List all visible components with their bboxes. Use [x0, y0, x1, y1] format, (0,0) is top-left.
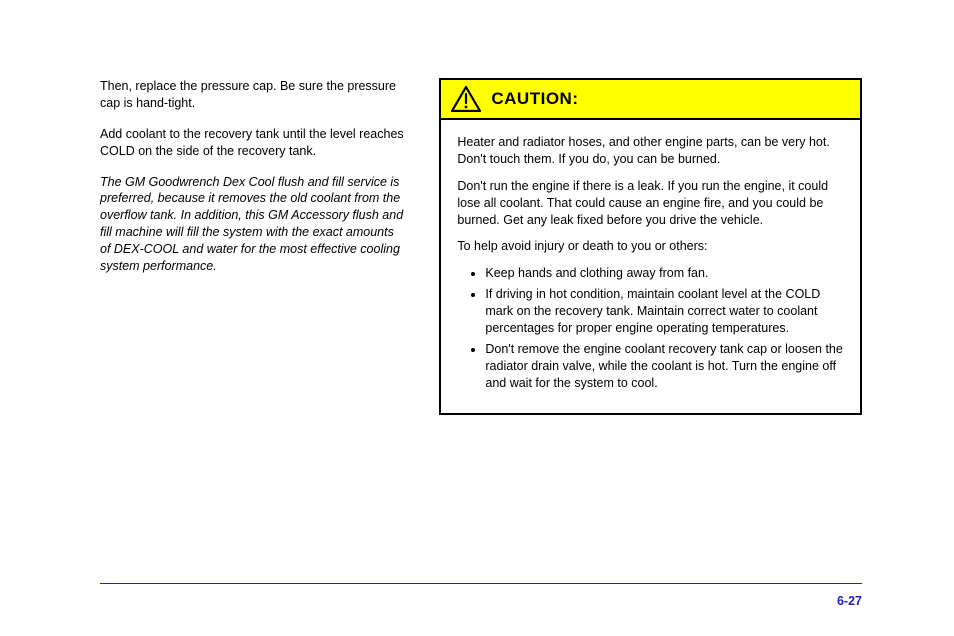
page-number: 6-27: [837, 594, 862, 608]
caution-bullet-item: Don't remove the engine coolant recovery…: [485, 341, 844, 392]
caution-bullet-item: Keep hands and clothing away from fan.: [485, 265, 844, 282]
caution-paragraph-1: Heater and radiator hoses, and other eng…: [457, 134, 844, 168]
caution-header: CAUTION:: [441, 80, 860, 120]
warning-triangle-icon: [451, 86, 481, 112]
caution-paragraph-3: To help avoid injury or death to you or …: [457, 238, 844, 255]
left-paragraph-3-italic: The GM Goodwrench Dex Cool flush and fil…: [100, 174, 407, 275]
caution-paragraph-2: Don't run the engine if there is a leak.…: [457, 178, 844, 229]
left-paragraph-1: Then, replace the pressure cap. Be sure …: [100, 78, 407, 112]
caution-body: Heater and radiator hoses, and other eng…: [441, 120, 860, 413]
footer-rule: [100, 583, 862, 584]
caution-title: CAUTION:: [491, 89, 578, 109]
caution-box: CAUTION: Heater and radiator hoses, and …: [439, 78, 862, 415]
caution-bullet-list: Keep hands and clothing away from fan. I…: [457, 265, 844, 391]
left-paragraph-2: Add coolant to the recovery tank until t…: [100, 126, 407, 160]
left-column: Then, replace the pressure cap. Be sure …: [100, 78, 407, 415]
right-column: CAUTION: Heater and radiator hoses, and …: [439, 78, 862, 415]
caution-bullet-item: If driving in hot condition, maintain co…: [485, 286, 844, 337]
